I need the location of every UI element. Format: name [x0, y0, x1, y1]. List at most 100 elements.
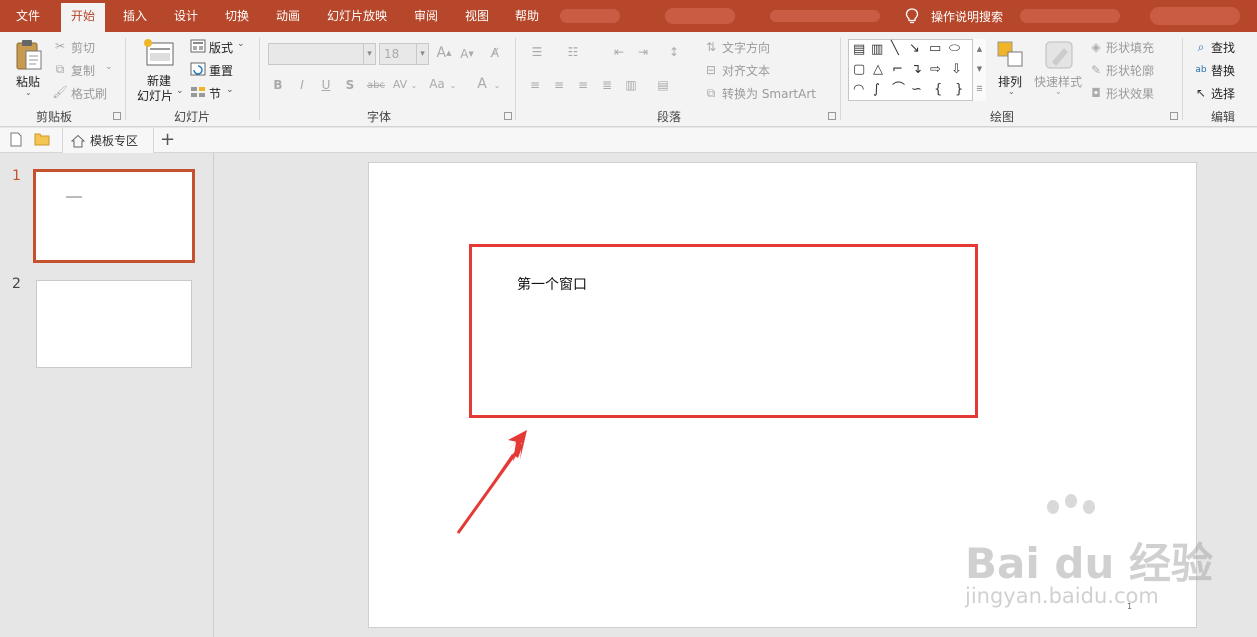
align-text-button[interactable]: 对齐文本	[722, 62, 770, 79]
arrow-line-shape-icon[interactable]: ↘	[909, 42, 920, 55]
paragraph-launcher-icon[interactable]	[828, 112, 836, 120]
grow-font-icon[interactable]: A ▲	[436, 44, 452, 62]
font-color-button[interactable]: A	[475, 75, 489, 93]
font-name-field[interactable]: ▾	[268, 43, 376, 65]
section-dropdown-icon[interactable]: ⌄	[226, 85, 234, 95]
text-direction-icon[interactable]: ⇅	[703, 39, 719, 55]
paste-icon[interactable]	[14, 39, 44, 71]
replace-icon[interactable]: ab	[1193, 62, 1209, 78]
right-arrow-shape-icon[interactable]: ⇨	[930, 63, 941, 76]
add-tab-button[interactable]: +	[160, 130, 175, 150]
format-painter-button[interactable]: 格式刷	[71, 85, 107, 102]
font-size-field[interactable]: 18 ▾	[379, 43, 429, 65]
slide-thumbnail-1[interactable]	[33, 169, 195, 263]
menu-view[interactable]: 视图	[465, 0, 489, 32]
arrange-dropdown-icon[interactable]: ⌄	[1008, 87, 1015, 96]
align-left-icon[interactable]: ≡	[527, 77, 543, 93]
font-name-dropdown-icon[interactable]: ▾	[363, 44, 375, 64]
new-slide-icon[interactable]	[143, 38, 175, 68]
triangle-shape-icon[interactable]: △	[873, 63, 883, 76]
menu-insert[interactable]: 插入	[123, 0, 147, 32]
cut-icon[interactable]: ✂	[53, 39, 67, 53]
arc-shape-icon[interactable]: ⌒	[892, 83, 905, 96]
elbow-arrow-shape-icon[interactable]: ↴	[911, 63, 922, 76]
freeform-shape-icon[interactable]: ◠	[853, 83, 864, 96]
paste-dropdown-icon[interactable]: ⌄	[25, 88, 32, 97]
line-shape-icon[interactable]: ╲	[891, 42, 899, 55]
tell-me-search[interactable]: 操作说明搜索	[905, 0, 1003, 32]
layout-icon[interactable]	[190, 39, 206, 53]
reset-icon[interactable]	[190, 62, 206, 76]
bold-button[interactable]: B	[271, 77, 285, 93]
copy-dropdown-icon[interactable]: ⌄	[105, 62, 113, 72]
font-color-dropdown-icon[interactable]: ⌄	[493, 78, 501, 92]
align-center-icon[interactable]: ≡	[551, 77, 567, 93]
select-button[interactable]: 选择	[1211, 85, 1235, 102]
line-spacing-icon[interactable]: ↕	[665, 44, 683, 60]
right-brace-shape-icon[interactable]: }	[955, 83, 963, 96]
shape-effects-icon[interactable]: ◘	[1088, 85, 1104, 101]
down-arrow-shape-icon[interactable]: ⇩	[951, 63, 962, 76]
copy-icon[interactable]: ⧉	[53, 62, 67, 76]
shape-outline-icon[interactable]: ✎	[1088, 62, 1104, 78]
oval-shape-icon[interactable]: ⬭	[949, 42, 960, 55]
shape-fill-button[interactable]: 形状填充	[1106, 39, 1154, 56]
curve-shape-icon[interactable]: ∽	[911, 83, 922, 96]
convert-smartart-button[interactable]: 转换为 SmartArt	[722, 85, 816, 102]
rectangle-shape-icon[interactable]: ▭	[929, 42, 941, 55]
new-slide-button-line2[interactable]: 幻灯片	[137, 87, 173, 104]
shadow-button[interactable]: S	[343, 77, 357, 93]
quick-styles-dropdown-icon[interactable]: ⌄	[1055, 87, 1062, 96]
new-file-icon[interactable]	[10, 132, 22, 147]
align-text-icon[interactable]: ⊟	[703, 62, 719, 78]
italic-button[interactable]: I	[295, 77, 309, 93]
justify-icon[interactable]: ≣	[599, 77, 615, 93]
text-direction-button[interactable]: 文字方向	[722, 39, 770, 56]
underline-button[interactable]: U	[319, 77, 333, 93]
quick-styles-icon[interactable]	[1044, 40, 1074, 70]
align-right-icon[interactable]: ≡	[575, 77, 591, 93]
drawing-launcher-icon[interactable]	[1170, 112, 1178, 120]
char-spacing-dropdown-icon[interactable]: ⌄	[410, 78, 418, 92]
smartart-icon[interactable]: ⧉	[703, 85, 719, 101]
section-icon[interactable]	[190, 85, 206, 99]
vertical-textbox-shape-icon[interactable]: ▥	[871, 43, 883, 56]
shapes-gallery[interactable]: ▤ ▥ ╲ ↘ ▭ ⬭ ▢ △ ⌐ ↴ ⇨ ⇩ ◠ ∫ ⌒ ∽ { }	[848, 39, 986, 101]
columns-icon[interactable]: ▤	[655, 77, 671, 93]
section-button[interactable]: 节	[209, 85, 221, 102]
change-case-button[interactable]: Aa	[427, 76, 447, 92]
find-button[interactable]: 查找	[1211, 39, 1235, 56]
distributed-icon[interactable]: ▥	[623, 77, 639, 93]
menu-animations[interactable]: 动画	[276, 0, 300, 32]
numbering-icon[interactable]: ☷	[563, 44, 583, 60]
replace-button[interactable]: 替换	[1211, 62, 1235, 79]
shape-effects-button[interactable]: 形状效果	[1106, 85, 1154, 102]
shape-outline-button[interactable]: 形状轮廓	[1106, 62, 1154, 79]
bullets-icon[interactable]: ☰	[527, 44, 547, 60]
arrange-icon[interactable]	[996, 40, 1024, 68]
open-folder-icon[interactable]	[34, 132, 50, 146]
rounded-rect-shape-icon[interactable]: ▢	[853, 63, 865, 76]
cut-button[interactable]: 剪切	[71, 39, 95, 56]
scribble-shape-icon[interactable]: ∫	[873, 83, 880, 96]
strikethrough-button[interactable]: abc	[366, 77, 386, 93]
char-spacing-button[interactable]: AV	[391, 76, 409, 92]
menu-help[interactable]: 帮助	[515, 0, 539, 32]
decrease-indent-icon[interactable]: ⇤	[610, 44, 628, 60]
textbox-shape-icon[interactable]: ▤	[853, 43, 865, 56]
slide-thumbnail-2[interactable]	[36, 280, 192, 368]
menu-home[interactable]: 开始	[61, 3, 106, 32]
left-brace-shape-icon[interactable]: {	[934, 83, 942, 96]
menu-design[interactable]: 设计	[174, 0, 198, 32]
new-slide-dropdown-icon[interactable]: ⌄	[176, 86, 184, 96]
search-label[interactable]: 操作说明搜索	[931, 8, 1003, 25]
shape-fill-icon[interactable]: ◈	[1088, 39, 1104, 55]
menu-transitions[interactable]: 切换	[225, 0, 249, 32]
copy-button[interactable]: 复制	[71, 62, 95, 79]
elbow-connector-shape-icon[interactable]: ⌐	[892, 63, 903, 76]
menu-slideshow[interactable]: 幻灯片放映	[327, 0, 387, 32]
reset-button[interactable]: 重置	[209, 62, 233, 79]
menu-review[interactable]: 审阅	[414, 0, 438, 32]
format-painter-icon[interactable]: 🖌	[52, 85, 67, 99]
clear-format-icon[interactable]: A̸	[486, 44, 504, 62]
